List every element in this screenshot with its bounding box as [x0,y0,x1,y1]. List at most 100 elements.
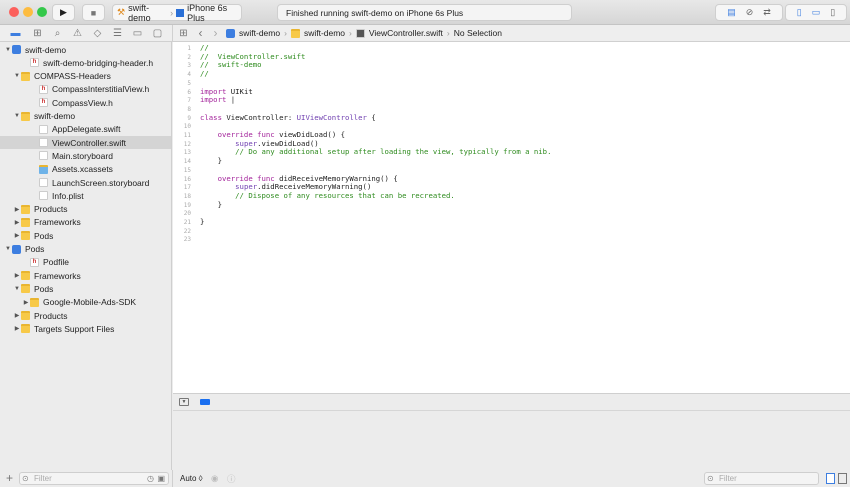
navigator-item[interactable]: ▶ Pods [0,229,171,242]
standard-editor-icon[interactable]: ▤ [727,7,736,18]
swift-file-icon [355,28,365,38]
navigator-item[interactable]: ▼ swift-demo [0,43,171,56]
navigator-item-label: Info.plist [52,190,84,201]
back-button[interactable]: ‹ [195,27,206,39]
code-token: didReceiveMemoryWarning() { [274,173,398,183]
editor-mode-controls[interactable]: ▤ ⊘ ⇄ [715,4,783,21]
scm-filter-icon[interactable]: ▣ [157,474,165,484]
code-token: ViewController: [221,112,297,122]
file-icon: h [30,257,39,267]
recent-files-icon[interactable]: ◷ [147,474,154,484]
project-icon [12,244,21,254]
debug-bar: ▼ [173,393,850,411]
toggle-navigator-icon[interactable]: ▯ [797,7,802,18]
run-button[interactable]: ▶ [52,4,75,21]
console-filter-input[interactable]: ⊙ Filter [704,472,819,485]
source-control-icon[interactable]: ⊞ [32,28,43,39]
navigator-item[interactable]: ▼ Pods [0,243,171,256]
info-icon[interactable]: ⓘ [227,473,236,485]
disclosure-triangle-icon[interactable]: ▼ [13,113,21,119]
eye-icon[interactable]: ◉ [211,473,218,484]
test-icon[interactable]: ◇ [92,28,103,39]
disclosure-triangle-icon[interactable]: ▼ [13,286,21,292]
variables-scope-selector[interactable]: Auto ◊ [180,474,203,483]
close-window-button[interactable] [9,7,19,17]
toggle-debug-area-icon[interactable]: ▭ [812,7,821,18]
navigator-item[interactable]: h Podfile [0,256,171,269]
navigator-item-label: CompassView.h [52,97,113,108]
folder-icon [21,324,30,334]
code-token: import [200,86,227,96]
disclosure-triangle-icon[interactable]: ▶ [13,219,21,226]
breakpoint-icon[interactable]: ▭ [132,28,143,39]
warning-icon[interactable]: ⚠ [72,28,83,39]
disclosure-triangle-icon[interactable]: ▼ [13,73,21,79]
navigator-item-label: Products [34,204,68,215]
navigator-item[interactable]: Info.plist [0,189,171,202]
navigator-item[interactable]: h swift-demo-bridging-header.h [0,56,171,69]
jump-bar: swift-demo › swift-demo › ViewController… [226,28,502,38]
breakpoints-toggle-icon[interactable] [200,399,210,405]
source-editor[interactable]: 1//2// ViewController.swift 3// swift-dem… [173,42,850,393]
jump-bar-item[interactable]: ViewController.swift [369,28,443,38]
disclosure-triangle-icon[interactable]: ▶ [13,312,21,319]
navigator-item[interactable]: ▶ Products [0,309,171,322]
debug-icon[interactable]: ☰ [112,28,123,39]
minimize-window-button[interactable] [23,7,33,17]
navigator-item[interactable]: LaunchScreen.storyboard [0,176,171,189]
version-editor-icon[interactable]: ⇄ [763,7,771,18]
code-token: // Do any additional setup after loading… [235,147,552,157]
navigator-item[interactable]: Main.storyboard [0,149,171,162]
navigator-item[interactable]: ▶ Targets Support Files [0,322,171,335]
disclosure-triangle-icon[interactable]: ▶ [13,272,21,279]
show-variables-view-icon[interactable] [826,473,835,484]
navigator-item[interactable]: ▼ Pods [0,282,171,295]
jump-bar-item[interactable]: No Selection [454,28,502,38]
code-token: } [200,217,205,226]
disclosure-triangle-icon[interactable]: ▶ [13,232,21,239]
disclosure-triangle-icon[interactable]: ▼ [4,246,12,252]
navigator-item-label: Pods [25,244,45,254]
jump-bar-item[interactable]: swift-demo [304,28,345,38]
scheme-selector[interactable]: ⚒ swift-demo › iPhone 6s Plus [112,3,242,23]
forward-button[interactable]: › [210,27,221,39]
file-icon [39,191,48,201]
console-area[interactable] [173,411,850,470]
search-icon[interactable]: ⌕ [52,28,63,39]
add-icon[interactable]: + [6,471,13,485]
toggle-utilities-icon[interactable]: ▯ [830,7,835,18]
view-toggle-controls[interactable]: ▯ ▭ ▯ [785,4,847,21]
navigator-item[interactable]: ViewController.swift [0,136,171,150]
disclosure-triangle-icon[interactable]: ▶ [13,206,21,213]
disclosure-triangle-icon[interactable]: ▶ [13,325,21,332]
hide-debug-area-icon[interactable]: ▼ [179,398,189,406]
filter-placeholder: Filter [719,474,737,483]
file-icon [39,178,48,187]
folder-icon [21,231,30,241]
navigator-item[interactable]: ▶ Frameworks [0,216,171,229]
navigator-item[interactable]: ▼ COMPASS-Headers [0,70,171,83]
show-console-icon[interactable] [838,473,847,484]
zoom-window-button[interactable] [37,7,47,17]
navigator-item[interactable]: ▶ Products [0,203,171,216]
navigator-item[interactable]: ▶ Frameworks [0,269,171,282]
navigator-item[interactable]: ▶ Google-Mobile-Ads-SDK [0,296,171,309]
navigator-filter-input[interactable]: ⊙ Filter ◷ ▣ [19,472,169,485]
project-navigator-icon[interactable]: ▬ [10,28,21,39]
disclosure-triangle-icon[interactable]: ▼ [4,47,12,53]
related-items-icon[interactable]: ⊞ [178,28,189,39]
navigator-item[interactable]: h CompassView.h [0,96,171,109]
assistant-editor-icon[interactable]: ⊘ [746,7,754,18]
navigator-item[interactable]: h CompassInterstitialView.h [0,83,171,96]
report-icon[interactable]: ▢ [152,28,163,39]
disclosure-triangle-icon[interactable]: ▶ [22,299,30,306]
code-line: 23 [173,235,850,244]
jump-bar-item[interactable]: swift-demo [239,28,280,38]
code-line: 22 [173,227,850,236]
navigator-item[interactable]: Assets.xcassets [0,163,171,176]
code-token: override func [217,173,275,183]
stop-button[interactable]: ■ [82,4,105,21]
folder-icon [21,204,30,214]
navigator-item[interactable]: ▼ swift-demo [0,110,171,123]
navigator-item[interactable]: AppDelegate.swift [0,123,171,136]
